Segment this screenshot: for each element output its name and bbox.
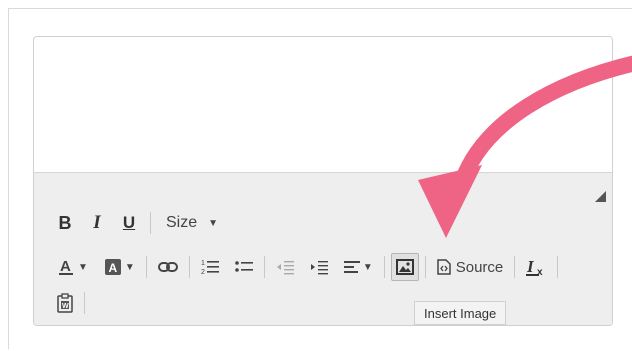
annotation-arrow-icon [418,55,632,238]
